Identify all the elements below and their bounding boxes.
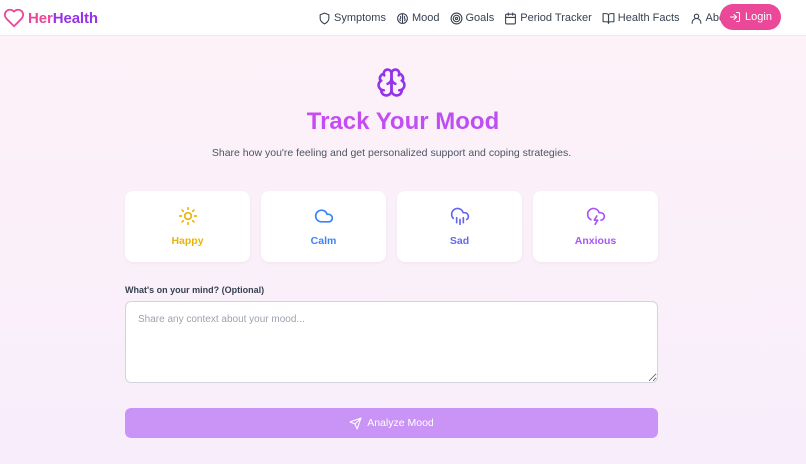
page-subtitle: Share how you're feeling and get persona… bbox=[211, 147, 572, 159]
book-open-icon bbox=[602, 12, 615, 24]
nav-item-label: Symptoms bbox=[334, 12, 386, 24]
nav-item-label: Health Facts bbox=[617, 12, 680, 24]
login-label: Login bbox=[745, 11, 772, 23]
send-icon bbox=[349, 417, 362, 429]
brand-name-health: Health bbox=[52, 9, 98, 27]
mood-label: Calm bbox=[310, 235, 337, 247]
mood-option-sad[interactable]: Sad bbox=[397, 191, 522, 262]
brand-name: HerHealth bbox=[28, 10, 98, 27]
heart-icon bbox=[3, 7, 25, 29]
nav-item-label: Goals bbox=[465, 12, 495, 24]
context-label: What's on your mind? (Optional) bbox=[125, 285, 265, 295]
log-in-icon bbox=[730, 12, 741, 22]
nav-item-mood[interactable]: Mood bbox=[396, 0, 440, 36]
brain-icon bbox=[377, 68, 406, 97]
nav-item-goals[interactable]: Goals bbox=[450, 0, 495, 36]
nav-item-label: Period Tracker bbox=[520, 12, 592, 24]
target-icon bbox=[450, 12, 462, 24]
mood-option-calm[interactable]: Calm bbox=[261, 191, 386, 262]
shield-icon bbox=[319, 12, 330, 24]
cloud-icon bbox=[314, 209, 333, 223]
brain-icon bbox=[397, 12, 408, 24]
mood-option-happy[interactable]: Happy bbox=[125, 191, 250, 262]
mood-label: Happy bbox=[171, 235, 204, 247]
brand-name-her: Her bbox=[28, 9, 53, 27]
mood-label: Anxious bbox=[574, 235, 617, 247]
analyze-mood-button[interactable]: Analyze Mood bbox=[125, 408, 658, 438]
login-button[interactable]: Login bbox=[720, 4, 781, 30]
mood-option-anxious[interactable]: Anxious bbox=[533, 191, 658, 262]
cloud-lightning-icon bbox=[586, 207, 605, 226]
nav-item-symptoms[interactable]: Symptoms bbox=[318, 0, 386, 36]
sun-icon bbox=[178, 206, 197, 226]
brand-logo[interactable]: HerHealth bbox=[3, 6, 98, 30]
mood-options: Happy Calm Sad Anxious bbox=[125, 191, 658, 262]
context-input[interactable] bbox=[125, 301, 658, 383]
nav-item-health-facts[interactable]: Health Facts bbox=[602, 0, 680, 36]
cloud-rain-icon bbox=[450, 207, 469, 226]
nav-item-label: Mood bbox=[411, 12, 440, 24]
user-icon bbox=[691, 13, 701, 24]
nav-item-period-tracker[interactable]: Period Tracker bbox=[504, 0, 592, 36]
top-navbar: HerHealth Symptoms Mood Goals Period Tra… bbox=[0, 0, 806, 36]
calendar-icon bbox=[505, 12, 517, 24]
analyze-label: Analyze Mood bbox=[367, 417, 434, 429]
mood-label: Sad bbox=[449, 235, 470, 247]
page-title: Track Your Mood bbox=[0, 108, 806, 136]
nav-links: Symptoms Mood Goals Period Tracker Healt… bbox=[318, 0, 744, 36]
